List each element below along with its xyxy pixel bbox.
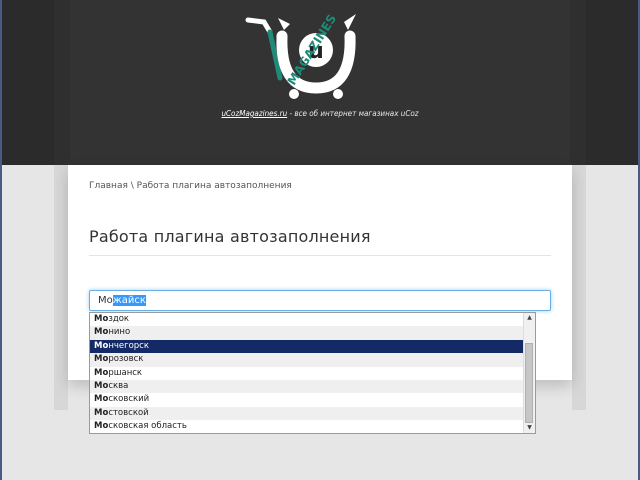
header-shadow-left [54, 0, 70, 165]
tagline-text: - все об интернет магазинах uCoz [287, 109, 419, 118]
cart-handle-icon [245, 17, 273, 35]
suggestion-rest: нчегорск [108, 340, 149, 351]
page-side-left [54, 165, 68, 410]
suggestion-item[interactable]: Моршанск [90, 367, 524, 380]
scroll-down-icon[interactable]: ▼ [524, 423, 535, 433]
suggestion-match-prefix: Мо [94, 407, 109, 418]
suggestion-match-prefix: Мо [94, 380, 109, 391]
suggestion-match-prefix: Мо [94, 421, 109, 432]
horn-left-icon [278, 18, 290, 30]
suggestion-match-prefix: Мо [94, 327, 109, 338]
suggestion-match-prefix: Мо [94, 367, 109, 378]
cart-wheel-left-icon [289, 89, 299, 99]
site-logo[interactable]: u MAGAZINES [240, 8, 380, 102]
suggestion-rest: сковский [108, 394, 150, 405]
suggestion-item[interactable]: Москва [90, 379, 524, 394]
suggestion-item[interactable]: Мончегорск [90, 339, 524, 354]
input-typed-text: Мо [98, 295, 113, 306]
suggestion-rest: нино [108, 327, 131, 338]
input-selected-completion: жайск [112, 295, 146, 306]
title-divider [89, 255, 551, 256]
suggestion-rest: стовской [108, 407, 149, 418]
suggestions-list: Моздок Монино Мончегорск Морозовск Моршанск М… [90, 313, 524, 434]
suggestion-rest: здок [108, 314, 130, 324]
scroll-up-icon[interactable]: ▲ [524, 313, 535, 323]
suggestion-item[interactable]: Московская область [90, 420, 524, 433]
suggestion-rest: сковская область [108, 421, 187, 432]
suggestion-item[interactable]: Монино [90, 326, 524, 340]
tagline-link[interactable]: uCozMagazines.ru [221, 109, 287, 118]
city-autocomplete-input[interactable]: Можайск [89, 290, 551, 311]
breadcrumb: Главная \ Работа плагина автозаполнения [89, 181, 292, 191]
page-title: Работа плагина автозаполнения [89, 227, 371, 246]
horn-right-icon [344, 14, 356, 30]
page-side-right [572, 165, 586, 410]
suggestion-rest: сква [108, 380, 129, 391]
site-tagline: uCozMagazines.ru - все об интернет магаз… [160, 109, 480, 118]
suggestion-item[interactable]: Моздок [90, 313, 524, 326]
breadcrumb-home-link[interactable]: Главная [89, 181, 128, 191]
suggestion-match-prefix: Мо [94, 394, 109, 405]
dropdown-scrollbar[interactable]: ▲ ▼ [523, 313, 535, 433]
suggestion-match-prefix: Мо [94, 340, 109, 351]
suggestion-item[interactable]: Морозовск [90, 353, 524, 367]
breadcrumb-current: Работа плагина автозаполнения [136, 181, 292, 191]
suggestion-match-prefix: Мо [94, 314, 109, 324]
suggestion-item[interactable]: Мостовской [90, 406, 524, 421]
suggestion-match-prefix: Мо [94, 354, 109, 365]
suggestion-rest: ршанск [108, 367, 143, 378]
breadcrumb-separator: \ [127, 181, 137, 191]
suggestions-dropdown[interactable]: Моздок Монино Мончегорск Морозовск Моршанск М… [89, 312, 536, 434]
suggestion-item[interactable]: Московский [90, 393, 524, 406]
scrollbar-thumb[interactable] [525, 343, 533, 423]
cart-wheel-right-icon [333, 89, 343, 99]
header-shadow-right [570, 0, 586, 165]
suggestion-rest: розовск [108, 354, 144, 365]
